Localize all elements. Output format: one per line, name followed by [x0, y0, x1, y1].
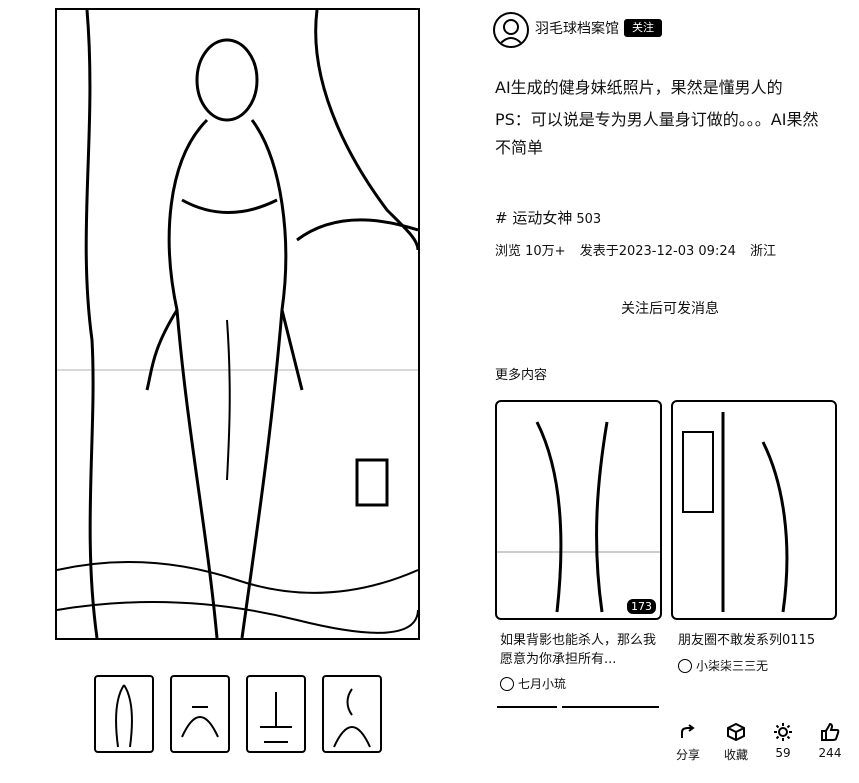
- card-divider: [497, 706, 557, 708]
- card-divider: [562, 706, 659, 708]
- share-icon: [681, 724, 695, 738]
- more-content-heading: 更多内容: [495, 368, 548, 383]
- action-label: 收藏: [723, 748, 748, 762]
- action-label: 分享: [675, 748, 700, 762]
- view-count: 浏览 10万+: [495, 244, 566, 259]
- tag-count: 503: [576, 212, 602, 227]
- post-body: PS：可以说是专为男人量身订做的。。。AI果然不简单: [495, 110, 819, 157]
- post-title: AI生成的健身妹纸照片，果然是懂男人的: [495, 78, 783, 97]
- favorite-button[interactable]: 收藏: [716, 722, 756, 763]
- mini-avatar-icon: [678, 658, 692, 673]
- main-photo[interactable]: [55, 8, 420, 640]
- author-avatar[interactable]: [493, 12, 529, 48]
- publish-time: 发表于2023-12-03 09:24: [579, 244, 736, 259]
- message-hint: 关注后可发消息: [621, 301, 719, 317]
- action-label: 59: [775, 746, 791, 760]
- thumbnail-2[interactable]: [170, 675, 230, 753]
- card-image-count: 173: [627, 599, 656, 614]
- action-label: 244: [818, 746, 842, 760]
- gear-icon: [774, 723, 792, 741]
- comment-button[interactable]: 59: [763, 722, 803, 760]
- related-card-title-1[interactable]: 如果背影也能杀人，那么我愿意为你承担所有...: [500, 631, 660, 669]
- related-card-author-2[interactable]: 小柒柒三三无: [678, 657, 768, 674]
- like-button[interactable]: 244: [810, 722, 850, 760]
- tag-label[interactable]: # 运动女神: [495, 209, 572, 227]
- post-tag[interactable]: # 运动女神 503: [495, 207, 601, 228]
- post-meta: 浏览 10万+ 发表于2023-12-03 09:24 浙江: [495, 240, 786, 259]
- thumbnail-3[interactable]: [246, 675, 306, 753]
- share-button[interactable]: 分享: [668, 722, 708, 763]
- related-card-title-2[interactable]: 朋友圈不敢发系列0115: [678, 631, 838, 650]
- thumbnail-1[interactable]: [94, 675, 154, 753]
- related-card-author-1[interactable]: 七月小琉: [500, 675, 566, 692]
- follow-button[interactable]: 关注: [624, 19, 662, 37]
- author-name[interactable]: 羽毛球档案馆: [535, 18, 619, 38]
- related-card-image-1[interactable]: 173: [495, 400, 662, 620]
- location: 浙江: [750, 244, 777, 259]
- thumbnail-4[interactable]: [322, 675, 382, 753]
- card-author-name[interactable]: 七月小琉: [518, 675, 566, 692]
- related-card-image-2[interactable]: [671, 400, 837, 620]
- card-author-name[interactable]: 小柒柒三三无: [696, 657, 768, 674]
- cube-icon: [727, 722, 745, 742]
- thumbs-up-icon: [821, 722, 840, 741]
- mini-avatar-icon: [500, 676, 514, 691]
